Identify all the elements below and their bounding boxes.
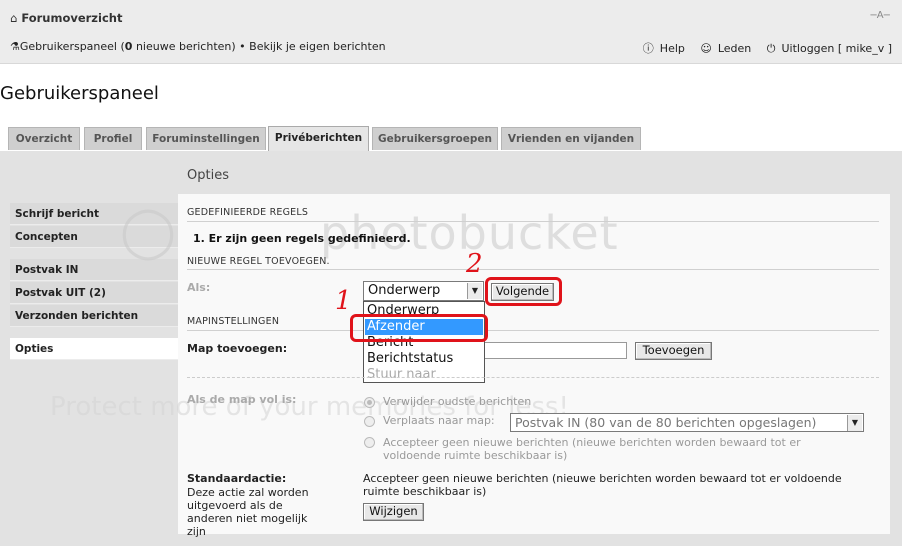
folder-full-label: Als de map vol is:	[187, 393, 297, 406]
option-stuur-naar[interactable]: Stuur naar	[365, 367, 483, 383]
default-action-value: Accepteer geen nieuwe berichten (nieuwe …	[363, 472, 842, 498]
tab-gebruikersgroepen[interactable]: Gebruikersgroepen	[372, 127, 498, 150]
tab-foruminstellingen[interactable]: Foruminstellingen	[146, 127, 266, 150]
default-action-title: Standaardactie:	[187, 472, 287, 485]
radio-delete-oldest-label: Verwijder oudste berichten	[383, 395, 532, 408]
header-links: ⓘ Help ☺ Leden ⏻ Uitloggen [ mike_v ]	[631, 40, 892, 56]
chevron-down-icon[interactable]: ▼	[467, 283, 482, 299]
members-link[interactable]: ☺ Leden	[694, 42, 751, 55]
user-panel-icon: ⚗	[10, 40, 20, 53]
move-folder-value: Postvak IN (80 van de 80 berichten opges…	[515, 415, 817, 430]
annotation-number-2: 2	[466, 249, 483, 279]
move-folder-select[interactable]: Postvak IN (80 van de 80 berichten opges…	[510, 413, 864, 432]
sidebar-item-opties[interactable]: Opties	[10, 338, 178, 360]
help-link[interactable]: ⓘ Help	[637, 42, 685, 55]
add-folder-button[interactable]: Toevoegen	[635, 342, 712, 360]
annotation-ring-afzender	[350, 314, 488, 342]
rule-condition-select[interactable]: Onderwerp ▼	[363, 281, 484, 301]
tab-overzicht[interactable]: Overzicht	[8, 127, 80, 150]
members-icon: ☺	[700, 42, 712, 55]
sidebar-item-verzonden[interactable]: Verzonden berichten	[10, 305, 178, 327]
breadcrumb[interactable]: ⌂ Forumoverzicht	[10, 11, 122, 25]
radio-move-to-folder[interactable]	[364, 416, 375, 427]
annotation-number-1: 1	[335, 286, 352, 316]
annotation-ring-next	[485, 277, 562, 306]
divider	[187, 269, 879, 270]
help-icon: ⓘ	[642, 42, 654, 55]
new-messages-count: 0	[124, 40, 133, 53]
user-panel-line: ⚗Gebruikerspaneel (0 nieuwe berichten) •…	[10, 40, 386, 53]
radio-reject-new[interactable]	[364, 437, 375, 448]
rule-condition-value: Onderwerp	[368, 283, 441, 298]
sidebar-item-postvak-in[interactable]: Postvak IN	[10, 259, 178, 281]
logout-link[interactable]: ⏻ Uitloggen [ mike_v ]	[761, 42, 892, 55]
page-title: Gebruikerspaneel	[0, 83, 159, 104]
breadcrumb-label: Forumoverzicht	[21, 11, 123, 25]
folder-settings-heading: MAPINSTELLINGEN	[187, 316, 280, 327]
as-label: Als:	[187, 281, 211, 294]
divider	[187, 221, 879, 222]
section-title: Opties	[187, 168, 229, 183]
header-bar: ⌂ Forumoverzicht −A− ⚗Gebruikerspaneel (0…	[0, 0, 902, 64]
radio-move-to-folder-label: Verplaats naar map:	[383, 414, 495, 427]
view-own-posts-link[interactable]: Bekijk je eigen berichten	[249, 40, 385, 53]
chevron-down-icon[interactable]: ▼	[847, 415, 862, 431]
radio-reject-new-label: Accepteer geen nieuwe berichten (nieuwe …	[383, 436, 801, 462]
sidebar-item-postvak-uit[interactable]: Postvak UIT (2)	[10, 282, 178, 304]
defined-rules-heading: GEDEFINIEERDE REGELS	[187, 207, 309, 218]
power-icon: ⏻	[766, 42, 776, 55]
add-folder-label: Map toevoegen:	[187, 342, 288, 355]
change-button[interactable]: Wijzigen	[363, 503, 424, 521]
add-folder-input[interactable]	[470, 342, 627, 359]
tab-profiel[interactable]: Profiel	[84, 127, 142, 150]
dashed-divider	[187, 377, 879, 378]
option-berichtstatus[interactable]: Berichtstatus	[365, 351, 483, 367]
watermark-logo: ◯	[120, 202, 176, 260]
user-panel-link[interactable]: Gebruikerspaneel	[20, 40, 117, 53]
new-rule-heading: NIEUWE REGEL TOEVOEGEN.	[187, 256, 330, 267]
default-action-description: Deze actie zal worden uitgevoerd als de …	[187, 486, 309, 538]
tab-priveberichten[interactable]: Privéberichten	[268, 126, 369, 151]
no-rules-text: 1. Er zijn geen regels gedefinieerd.	[193, 232, 411, 245]
divider	[187, 330, 879, 331]
new-messages-link[interactable]: nieuwe berichten	[136, 40, 231, 53]
home-icon: ⌂	[10, 11, 18, 25]
tab-vrienden-en-vijanden[interactable]: Vrienden en vijanden	[501, 127, 641, 150]
font-resize-icon[interactable]: −A−	[869, 10, 891, 21]
radio-delete-oldest[interactable]	[364, 397, 375, 408]
